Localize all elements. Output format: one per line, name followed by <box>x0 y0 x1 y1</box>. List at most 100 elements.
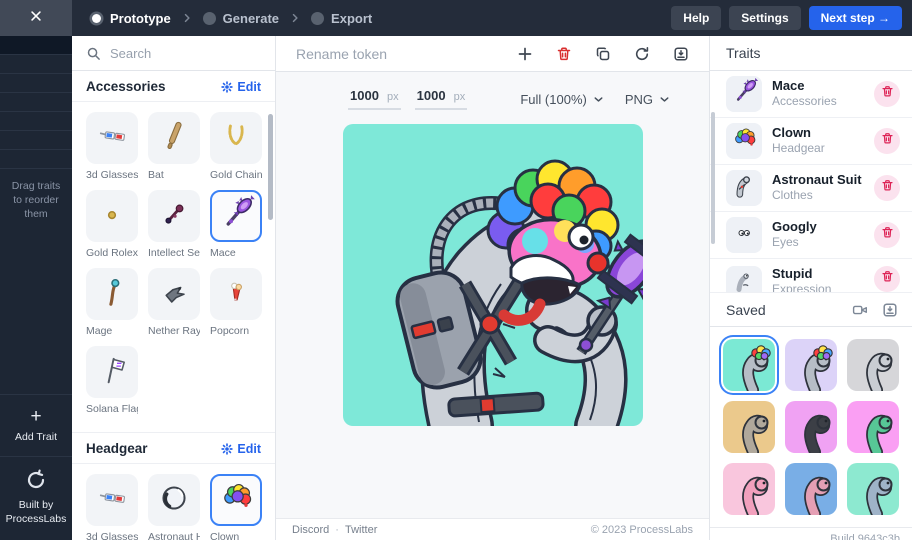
solana-flag-icon <box>92 350 132 395</box>
edit-accessories-button[interactable]: Edit <box>221 80 261 94</box>
trait-option[interactable]: Gold Rolex <box>86 190 138 259</box>
built-by-label: Built by ProcessLabs <box>5 498 67 525</box>
trait-texts: Astronaut Suit Clothes <box>772 172 864 204</box>
export-icon[interactable] <box>882 302 898 318</box>
trait-option[interactable]: Popcorn <box>210 268 262 337</box>
applied-trait-row[interactable]: Astronaut Suit Clothes <box>710 165 912 212</box>
token-preview[interactable] <box>342 124 643 426</box>
search-input[interactable] <box>110 45 261 61</box>
toolbar-button[interactable] <box>634 46 650 62</box>
twitter-link[interactable]: Twitter <box>345 524 377 536</box>
trait-category: Clothes <box>772 188 813 203</box>
remove-trait-button[interactable] <box>874 81 900 107</box>
trash-icon <box>881 270 894 288</box>
toolbar-button[interactable] <box>673 46 689 62</box>
trait-thumbnail <box>726 170 762 206</box>
remove-trait-button[interactable] <box>874 222 900 248</box>
format-value: PNG <box>624 91 653 107</box>
saved-token-thumbnail[interactable] <box>723 401 775 453</box>
trait-thumbnail <box>726 76 762 112</box>
trait-option-label: Intellect Ser... <box>148 247 200 259</box>
trait-option[interactable]: Gold Chain <box>210 112 262 181</box>
saved-token-thumbnail[interactable] <box>847 463 899 515</box>
discord-link[interactable]: Discord <box>292 524 329 536</box>
trait-option[interactable]: Mage <box>86 268 138 337</box>
trait-option[interactable]: Mace <box>210 190 262 259</box>
rename-token-input[interactable] <box>296 45 517 62</box>
trait-texts: Googly Eyes <box>772 219 864 251</box>
saved-token-thumbnail[interactable] <box>723 463 775 515</box>
rail-category-item[interactable] <box>0 74 72 93</box>
stupid-face-icon <box>729 267 759 293</box>
trait-option[interactable]: Intellect Ser... <box>148 190 200 259</box>
library-scrollbar[interactable] <box>268 114 273 220</box>
trait-option-label: Solana Flag <box>86 403 138 415</box>
height-input[interactable] <box>416 88 449 103</box>
gold-rolex-icon <box>92 194 132 239</box>
trait-option-thumbnail <box>148 268 200 320</box>
trait-option[interactable]: 3d Glasses <box>86 112 138 181</box>
step-prototype[interactable]: Prototype <box>90 11 171 26</box>
rail-category-item[interactable] <box>0 36 72 55</box>
applied-trait-row[interactable]: Mace Accessories <box>710 71 912 118</box>
trait-option[interactable]: 3d Glasses <box>86 474 138 540</box>
rail-category-item[interactable] <box>0 150 72 169</box>
next-step-button[interactable]: Next step → <box>808 6 902 30</box>
section-title: Accessories <box>86 79 166 94</box>
width-input[interactable] <box>350 88 382 103</box>
remove-trait-button[interactable] <box>874 266 900 292</box>
remove-trait-button[interactable] <box>874 175 900 201</box>
applied-trait-row[interactable]: Googly Eyes <box>710 212 912 259</box>
rail-category-item[interactable] <box>0 131 72 150</box>
rail-category-item[interactable] <box>0 112 72 131</box>
toolbar-button[interactable] <box>556 46 572 62</box>
bat-icon <box>154 116 194 161</box>
breadcrumb: Prototype Generate Export <box>90 11 372 26</box>
toolbar-button[interactable] <box>517 46 533 62</box>
search-bar <box>72 36 275 71</box>
camera-icon[interactable] <box>852 302 868 318</box>
trait-option-thumbnail <box>86 190 138 242</box>
trait-option-label: 3d Glasses <box>86 531 138 540</box>
trait-option[interactable]: Bat <box>148 112 200 181</box>
help-button[interactable]: Help <box>671 6 722 30</box>
saved-token-thumbnail[interactable] <box>847 401 899 453</box>
trait-option-thumbnail <box>86 112 138 164</box>
close-button[interactable] <box>0 0 72 36</box>
trait-thumbnail <box>726 123 762 159</box>
saved-token-thumbnail[interactable] <box>723 339 775 391</box>
step-export[interactable]: Export <box>311 11 372 26</box>
applied-trait-row[interactable]: Stupid Expression <box>710 259 912 293</box>
snake-art <box>804 476 831 515</box>
applied-trait-row[interactable]: Clown Headgear <box>710 118 912 165</box>
saved-token-thumbnail[interactable] <box>785 401 837 453</box>
intellect-serum-icon <box>154 194 194 239</box>
format-dropdown[interactable]: PNG <box>625 92 671 107</box>
trait-option-label: Nether Ray... <box>148 325 200 337</box>
trait-option[interactable]: Astronaut H... <box>148 474 200 540</box>
edit-headgear-button[interactable]: Edit <box>221 442 261 456</box>
gear-icon <box>221 80 234 93</box>
trait-name: Googly <box>772 219 817 235</box>
rail-category-item[interactable] <box>0 55 72 74</box>
rail-category-item[interactable] <box>0 93 72 112</box>
traits-header: Traits <box>710 36 912 71</box>
trait-option[interactable]: Nether Ray... <box>148 268 200 337</box>
trait-option[interactable]: Clown <box>210 474 262 540</box>
toolbar-button[interactable] <box>595 46 611 62</box>
built-by-badge[interactable]: Built by ProcessLabs <box>0 455 72 540</box>
zoom-dropdown[interactable]: Full (100%) <box>520 92 604 107</box>
remove-trait-button[interactable] <box>874 128 900 154</box>
trait-category-rail: Drag traits to reorder them + Add Trait … <box>0 36 72 540</box>
trait-library-panel: Accessories Edit 3d Glasses Bat <box>72 36 276 540</box>
saved-token-thumbnail[interactable] <box>847 339 899 391</box>
saved-token-thumbnail[interactable] <box>785 463 837 515</box>
trait-option[interactable]: Solana Flag <box>86 346 138 415</box>
saved-token-thumbnail[interactable] <box>785 339 837 391</box>
gold-chain-icon <box>216 116 256 161</box>
add-trait-button[interactable]: + Add Trait <box>0 393 72 456</box>
copyright-label: © 2023 ProcessLabs <box>590 523 693 536</box>
step-generate[interactable]: Generate <box>202 11 279 26</box>
traits-scrollbar[interactable] <box>711 112 715 244</box>
settings-button[interactable]: Settings <box>729 6 801 30</box>
